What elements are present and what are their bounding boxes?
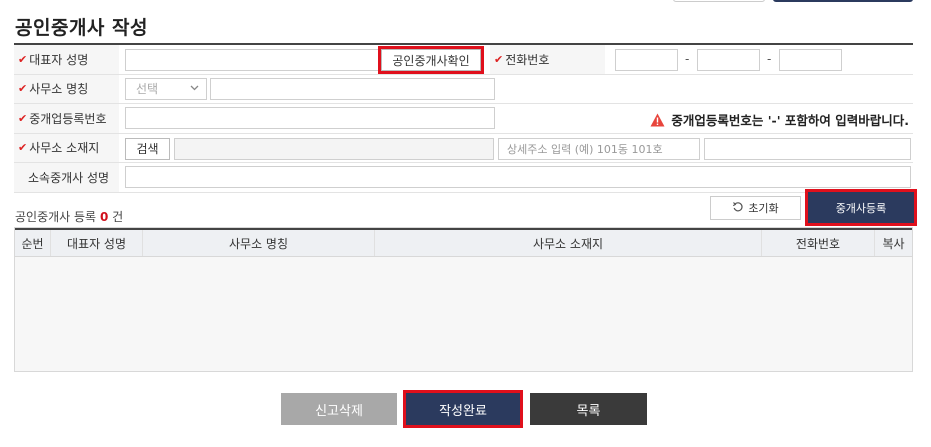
phone-input-2[interactable] bbox=[697, 49, 760, 71]
broker-form: ✔ 대표자 성명 공인중개사확인 ✔ 전화번호 - - ✔ 사무소 명칭 선택 ✔ 중개… bbox=[14, 45, 913, 193]
required-mark: ✔ bbox=[18, 82, 28, 96]
office-select[interactable]: 선택 bbox=[125, 77, 207, 100]
table-header: 순번 대표자 성명 사무소 명칭 사무소 소재지 전화번호 복사 bbox=[15, 228, 912, 257]
phone-label: ✔ 전화번호 bbox=[490, 45, 605, 74]
delete-report-button[interactable]: 신고삭제 bbox=[281, 393, 397, 425]
reset-button[interactable]: 초기화 bbox=[710, 196, 801, 220]
warning-icon bbox=[650, 113, 665, 127]
phone-sep-2: - bbox=[767, 52, 772, 66]
affiliate-label: 소속중개사 성명 bbox=[14, 163, 119, 192]
required-mark: ✔ bbox=[18, 52, 28, 66]
address-detail-input[interactable]: 상세주소 입력 (예) 101동 101호 bbox=[498, 137, 700, 160]
row-affiliate: 소속중개사 성명 bbox=[14, 163, 913, 193]
row-office-name: ✔ 사무소 명칭 선택 bbox=[14, 74, 913, 104]
col-rep-name: 대표자 성명 bbox=[51, 230, 143, 256]
office-name-label: ✔ 사무소 명칭 bbox=[14, 74, 119, 103]
top-button-left[interactable] bbox=[673, 0, 765, 2]
col-phone: 전화번호 bbox=[762, 230, 875, 256]
phone-input-1[interactable] bbox=[615, 49, 678, 71]
col-copy: 복사 bbox=[882, 236, 905, 251]
reg-no-warning: 중개업등록번호는 '-' 포함하여 입력바랍니다. bbox=[650, 110, 909, 129]
phone-input-3[interactable] bbox=[779, 49, 842, 71]
complete-button[interactable]: 작성완료 bbox=[403, 390, 523, 428]
reg-no-input[interactable] bbox=[125, 107, 495, 129]
address-search-button[interactable]: 검색 bbox=[125, 137, 170, 160]
phone-sep-1: - bbox=[685, 52, 690, 66]
col-address: 사무소 소재지 bbox=[375, 230, 762, 256]
address-extra-input[interactable] bbox=[704, 137, 911, 160]
col-seq: 순번 bbox=[15, 230, 51, 256]
rep-name-input[interactable] bbox=[125, 49, 384, 71]
top-button-right[interactable] bbox=[773, 0, 913, 2]
required-mark: ✔ bbox=[494, 52, 504, 66]
count-number: 0 bbox=[99, 210, 109, 224]
page-title: 공인중개사 작성 bbox=[15, 17, 148, 39]
reg-no-label: ✔ 중개업등록번호 bbox=[14, 104, 119, 133]
broker-table: 순번 대표자 성명 사무소 명칭 사무소 소재지 전화번호 복사 bbox=[14, 227, 913, 372]
row-reg-no: ✔ 중개업등록번호 중개업등록번호는 '-' 포함하여 입력바랍니다. bbox=[14, 104, 913, 134]
top-buttons bbox=[673, 0, 913, 2]
address-label: ✔ 사무소 소재지 bbox=[14, 133, 119, 162]
rep-name-label: ✔ 대표자 성명 bbox=[14, 45, 119, 74]
address-input bbox=[174, 137, 494, 160]
reset-icon bbox=[732, 201, 744, 216]
required-mark: ✔ bbox=[18, 111, 28, 125]
list-button[interactable]: 목록 bbox=[530, 393, 647, 425]
register-count: 공인중개사 등록 0 건 bbox=[15, 210, 124, 224]
col-office-name: 사무소 명칭 bbox=[143, 230, 375, 256]
affiliate-input[interactable] bbox=[125, 166, 911, 188]
row-rep-name: ✔ 대표자 성명 공인중개사확인 ✔ 전화번호 - - bbox=[14, 45, 913, 75]
office-name-input[interactable] bbox=[210, 77, 495, 100]
verify-broker-button[interactable]: 공인중개사확인 bbox=[378, 46, 484, 74]
row-address: ✔ 사무소 소재지 검색 상세주소 입력 (예) 101동 101호 bbox=[14, 133, 913, 163]
register-broker-button[interactable]: 중개사등록 bbox=[805, 189, 917, 226]
chevron-down-icon bbox=[189, 82, 200, 96]
required-mark: ✔ bbox=[18, 141, 28, 155]
